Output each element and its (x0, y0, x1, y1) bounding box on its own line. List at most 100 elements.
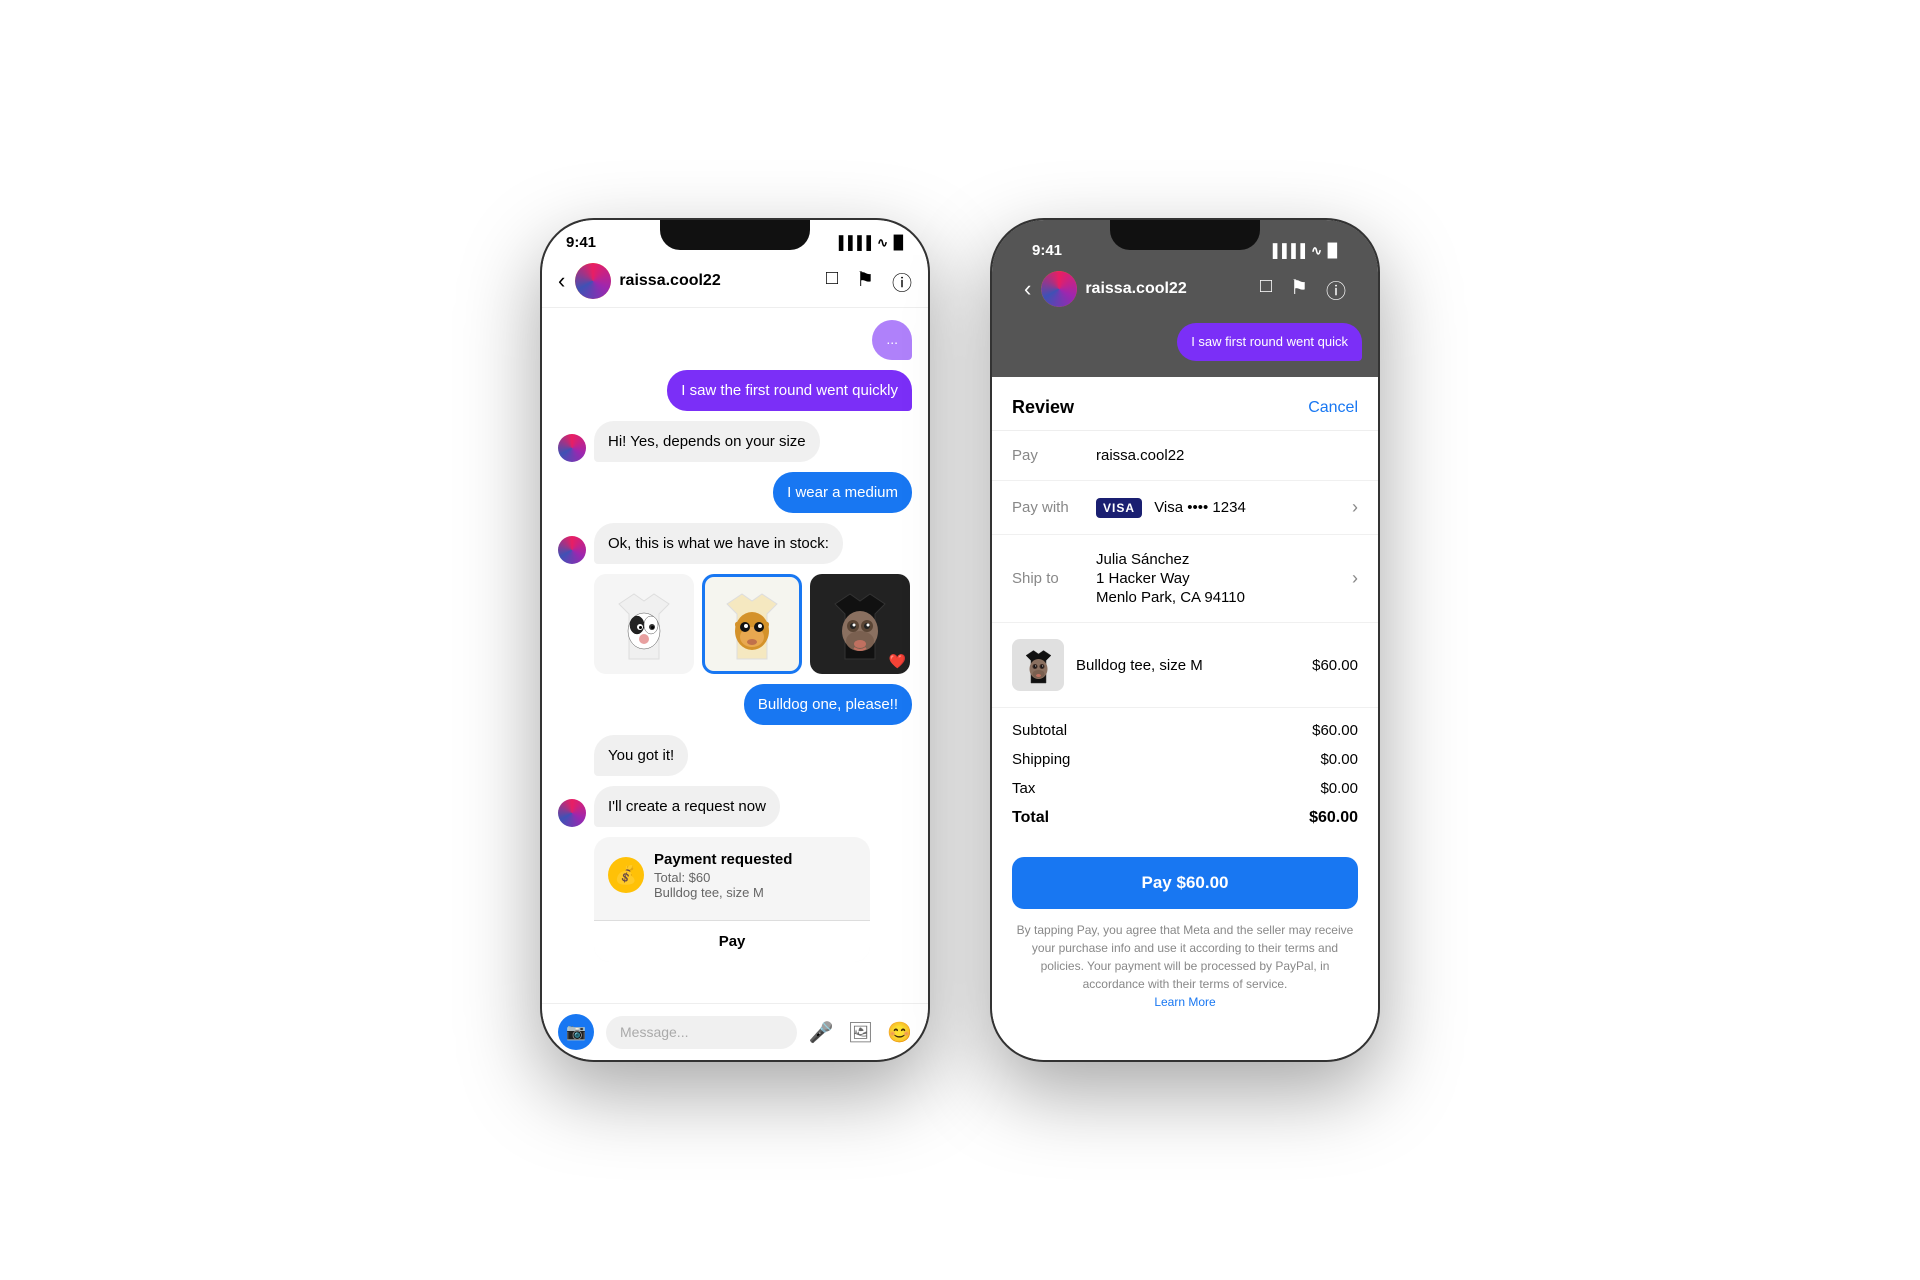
back-button-1[interactable]: ‹ (558, 268, 565, 294)
back-button-2[interactable]: ‹ (1024, 276, 1031, 302)
ship-chevron: › (1352, 568, 1358, 589)
totals-section: Subtotal $60.00 Shipping $0.00 Tax $0.00… (992, 707, 1378, 849)
ship-label: Ship to (1012, 570, 1084, 587)
signal-icon: ▐▐▐▐ (834, 235, 871, 250)
visa-number: Visa •••• 1234 (1154, 499, 1246, 516)
bubble-row-3: I wear a medium (558, 472, 912, 513)
cancel-button[interactable]: Cancel (1308, 399, 1358, 417)
phone-1: 9:41 ▐▐▐▐ ∿ ▉ ‹ raissa.cool22 □ ⚑ ⓘ (540, 218, 930, 1062)
learn-more-link[interactable]: Learn More (1154, 995, 1215, 1009)
bubble-row-2: Hi! Yes, depends on your size (558, 421, 912, 462)
info-icon-1[interactable]: ⓘ (892, 267, 912, 296)
payment-card-body: 💰 Payment requested Total: $60 Bulldog t… (594, 837, 870, 920)
payment-title: Payment requested (654, 851, 792, 868)
payment-card[interactable]: 💰 Payment requested Total: $60 Bulldog t… (594, 837, 870, 962)
contact-name-1[interactable]: raissa.cool22 (619, 272, 826, 290)
contact-name-2[interactable]: raissa.cool22 (1085, 280, 1260, 298)
battery-icon: ▉ (894, 235, 904, 251)
sticker-icon[interactable]: 😊 (887, 1020, 912, 1045)
bubble-partial: ... (872, 320, 912, 360)
status-icons-1: ▐▐▐▐ ∿ ▉ (834, 235, 904, 251)
ship-address: Julia Sánchez 1 Hacker Way Menlo Park, C… (1096, 551, 1340, 606)
flag-icon-1[interactable]: ⚑ (856, 267, 874, 296)
notch-1 (660, 220, 810, 250)
video-icon-1[interactable]: □ (826, 267, 838, 296)
product-description: Bulldog tee, size M (1076, 657, 1300, 674)
pay-with-value: VISA Visa •••• 1234 (1096, 499, 1340, 516)
nav-bar-1: ‹ raissa.cool22 □ ⚑ ⓘ (542, 255, 928, 308)
partial-bubble: I saw first round went quick (1177, 323, 1362, 361)
review-sheet: Review Cancel Pay raissa.cool22 Pay with… (992, 377, 1378, 1060)
input-icons: 🎤 🖼 😊 (809, 1020, 912, 1045)
message-input[interactable]: Message... (606, 1016, 797, 1049)
photo-icon[interactable]: 🖼 (848, 1020, 873, 1045)
total-row: Total $60.00 (1012, 803, 1358, 833)
bubble-row-5: Bulldog one, please!! (558, 684, 912, 725)
subtotal-value: $60.00 (1312, 722, 1358, 739)
pay-label: Pay (1012, 447, 1084, 464)
visa-badge: VISA (1096, 498, 1142, 518)
bubble-3: I wear a medium (773, 472, 912, 513)
review-title: Review (1012, 397, 1074, 418)
pay-value: raissa.cool22 (1096, 447, 1358, 464)
shipping-value: $0.00 (1320, 751, 1358, 768)
power-button-2 (1378, 340, 1380, 410)
bubble-row-partial: ... (558, 320, 912, 360)
payment-info: Payment requested Total: $60 Bulldog tee… (654, 851, 792, 900)
video-icon-2[interactable]: □ (1260, 275, 1272, 304)
bubble-2: Hi! Yes, depends on your size (594, 421, 820, 462)
avatar-2 (1041, 271, 1077, 307)
pay-with-row[interactable]: Pay with VISA Visa •••• 1234 › (992, 481, 1378, 535)
fine-print: By tapping Pay, you agree that Meta and … (992, 921, 1378, 1023)
chat-area-1: ... I saw the first round went quickly H… (542, 308, 928, 1003)
pay-with-chevron: › (1352, 497, 1358, 518)
total-value: $60.00 (1309, 809, 1358, 827)
nav-icons-1: □ ⚑ ⓘ (826, 267, 912, 296)
avatar-1 (575, 263, 611, 299)
bubble-7: I'll create a request now (594, 786, 780, 827)
chat-screen: 9:41 ▐▐▐▐ ∿ ▉ ‹ raissa.cool22 □ ⚑ ⓘ (542, 220, 928, 1060)
payment-icon: 💰 (608, 857, 644, 893)
product-line: Bulldog tee, size M $60.00 (992, 623, 1378, 707)
bubble-row-4: Ok, this is what we have in stock: (558, 523, 912, 564)
ship-to-row[interactable]: Ship to Julia Sánchez 1 Hacker Way Menlo… (992, 535, 1378, 623)
tax-row: Tax $0.00 (1012, 774, 1358, 803)
product-2[interactable] (702, 574, 802, 674)
pay-with-label: Pay with (1012, 499, 1084, 516)
phone-2: 9:41 ▐▐▐▐ ∿ ▉ ‹ raissa.cool22 □ ⚑ ⓘ (990, 218, 1380, 1062)
subtotal-row: Subtotal $60.00 (1012, 716, 1358, 745)
heart-badge: ❤️ (889, 653, 906, 670)
seller-avatar-2 (558, 536, 586, 564)
wifi-icon-2: ∿ (1311, 243, 1322, 259)
status-time-1: 9:41 (566, 234, 596, 251)
ship-name: Julia Sánchez (1096, 551, 1340, 568)
bubble-5: Bulldog one, please!! (744, 684, 912, 725)
mic-icon[interactable]: 🎤 (809, 1020, 834, 1045)
ship-city: Menlo Park, CA 94110 (1096, 589, 1340, 606)
bubble-4: Ok, this is what we have in stock: (594, 523, 843, 564)
power-button (928, 340, 930, 410)
status-icons-2: ▐▐▐▐ ∿ ▉ (1268, 243, 1338, 259)
partial-bubble-row: I saw first round went quick (1008, 315, 1362, 361)
info-icon-2[interactable]: ⓘ (1326, 275, 1346, 304)
camera-button[interactable]: 📷 (558, 1014, 594, 1050)
fine-print-text: By tapping Pay, you agree that Meta and … (1017, 923, 1354, 991)
chat-input-bar: 📷 Message... 🎤 🖼 😊 (542, 1003, 928, 1060)
tax-value: $0.00 (1320, 780, 1358, 797)
product-3[interactable]: ❤️ (810, 574, 910, 674)
pay-button[interactable]: Pay (594, 920, 870, 962)
total-label: Total (1012, 809, 1049, 827)
bubble-row-7: I'll create a request now (558, 786, 912, 827)
pay-button-review[interactable]: Pay $60.00 (1012, 857, 1358, 909)
flag-icon-2[interactable]: ⚑ (1290, 275, 1308, 304)
notch-2 (1110, 220, 1260, 250)
shipping-label: Shipping (1012, 751, 1070, 768)
wifi-icon: ∿ (877, 235, 888, 251)
review-screen: 9:41 ▐▐▐▐ ∿ ▉ ‹ raissa.cool22 □ ⚑ ⓘ (992, 220, 1378, 1060)
product-thumbnail (1012, 639, 1064, 691)
product-tshirt-2 (705, 577, 799, 671)
product-1[interactable] (594, 574, 694, 674)
seller-avatar-1 (558, 434, 586, 462)
seller-avatar-3 (558, 799, 586, 827)
signal-icon-2: ▐▐▐▐ (1268, 243, 1305, 258)
